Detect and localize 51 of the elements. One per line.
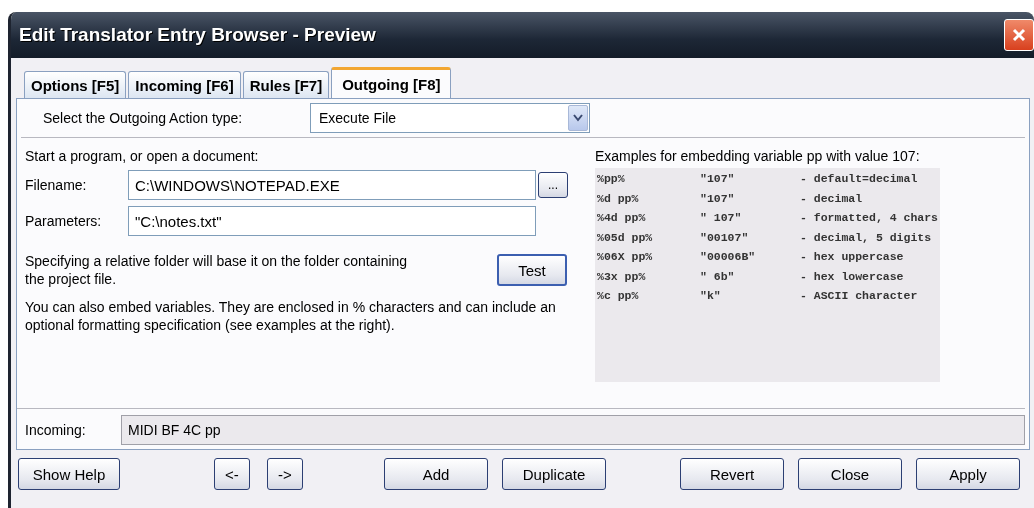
format-description: - hex uppercase [800, 250, 905, 265]
tab[interactable]: Rules [F7] [242, 71, 330, 98]
action-type-dropdown[interactable]: Execute File [310, 103, 590, 133]
format-result: "k" [700, 289, 722, 304]
field-label: Parameters: [25, 213, 103, 229]
dialog-button[interactable]: <- [214, 458, 250, 490]
format-code: %06X pp% [597, 250, 654, 265]
examples-heading: Examples for embedding variable pp with value 107: [595, 148, 921, 164]
field-label: Incoming: [25, 422, 87, 438]
dialog-button[interactable]: Close [798, 458, 902, 490]
format-description: - default=decimal [800, 172, 919, 187]
dialog-button[interactable]: Revert [680, 458, 784, 490]
section-heading: Start a program, or open a document: [25, 148, 260, 164]
format-result: "107" [700, 191, 736, 207]
dialog-button[interactable]: Add [384, 458, 488, 490]
incoming-field: MIDI BF 4C pp [121, 415, 1025, 445]
window-title: Edit Translator Entry Browser - Preview [19, 24, 376, 46]
format-code: %4d pp% [597, 211, 647, 226]
format-result: "107" [700, 172, 736, 187]
format-description: - formatted, 4 chars [800, 211, 939, 226]
help-text: Specifying a relative folder will base it on the folder containing the project file. [25, 252, 409, 288]
format-description: - decimal [800, 191, 864, 207]
parameters-field[interactable]: "C:\notes.txt" [128, 206, 536, 236]
dialog-button[interactable]: -> [267, 458, 303, 490]
tab[interactable]: Incoming [F6] [128, 71, 241, 98]
field-label: Select the Outgoing Action type: [43, 110, 244, 126]
dialog-button[interactable]: Show Help [18, 458, 120, 490]
browse-button[interactable]: ... [538, 172, 568, 198]
format-result: " 6b" [700, 269, 736, 285]
format-code: %d pp% [597, 191, 640, 207]
dialog-button[interactable]: Duplicate [502, 458, 606, 490]
close-button[interactable] [1004, 19, 1034, 51]
format-description: - ASCII character [800, 289, 919, 304]
help-text: You can also embed variables. They are enclosed in % characters and can include an optional formatting specification (see examples at the right). [25, 298, 557, 334]
filename-field[interactable]: C:\WINDOWS\NOTEPAD.EXE [128, 170, 536, 200]
format-description: - hex lowercase [800, 269, 905, 285]
format-result: " 107" [700, 211, 743, 226]
format-code: %pp% [597, 172, 626, 187]
field-label: Filename: [25, 177, 88, 193]
format-result: "00107" [700, 230, 750, 246]
close-icon [1011, 27, 1027, 43]
format-code: %3x pp% [597, 269, 647, 285]
test-button[interactable]: Test [497, 254, 567, 286]
format-code: %05d pp% [597, 230, 654, 246]
format-result: "00006B" [700, 250, 757, 265]
tab[interactable]: Options [F5] [24, 71, 127, 98]
dialog-button[interactable]: Apply [916, 458, 1020, 490]
format-code: %c pp% [597, 289, 640, 304]
tab[interactable]: Outgoing [F8] [331, 67, 452, 99]
format-description: - decimal, 5 digits [800, 230, 933, 246]
chevron-down-icon [573, 114, 583, 122]
